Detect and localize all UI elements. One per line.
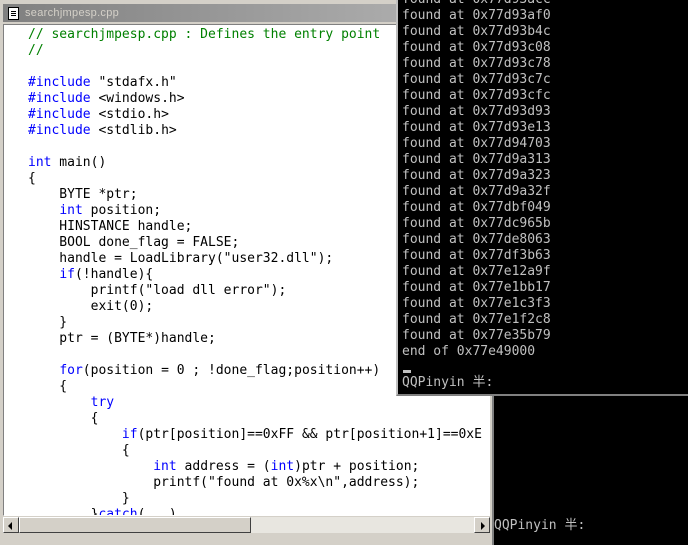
console-line: found at 0x77d93b4c <box>402 24 551 39</box>
console-line: found at 0x77e1bb17 <box>402 280 551 295</box>
ime-status: QQPinyin 半: <box>494 518 586 533</box>
console-line: found at 0x77e12a9f <box>402 264 551 279</box>
console-line: found at 0x77d93c7c <box>402 72 551 87</box>
console-cursor <box>403 370 411 373</box>
code-text: printf("found at 0x%x\n",address); <box>28 475 420 490</box>
code-text: BYTE *ptr; <box>28 187 138 202</box>
console-line: found at 0x77de8063 <box>402 232 551 247</box>
code-line: try <box>28 395 482 411</box>
code-keyword: int <box>28 155 52 170</box>
code-text: main() <box>51 155 107 170</box>
console-line: found at 0x77e1c3f3 <box>402 296 551 311</box>
code-keyword: #include <box>28 123 91 138</box>
console-line: found at 0x77d93acc <box>402 0 551 8</box>
code-keyword: #include <box>28 91 91 106</box>
code-text: (position = 0 ; !done_flag;position++) <box>82 363 381 378</box>
console-line: found at 0x77dc965b <box>402 216 551 231</box>
code-keyword: int <box>270 459 295 474</box>
code-line: if(ptr[position]==0xFF && ptr[position+1… <box>28 427 482 443</box>
console-line: found at 0x77d93e13 <box>402 120 551 135</box>
console-window-front[interactable]: found at 0x77d93accfound at 0x77d93af0fo… <box>396 0 688 396</box>
console-line: found at 0x77d93d93 <box>402 104 551 119</box>
code-text: printf("load dll error"); <box>28 283 287 298</box>
scrollbar-thumb[interactable] <box>19 517 251 533</box>
document-icon <box>8 7 19 20</box>
console-line: found at 0x77d93af0 <box>402 8 551 23</box>
code-keyword: if <box>59 267 75 282</box>
code-text: address = ( <box>176 459 271 474</box>
code-keyword: #include <box>28 75 91 90</box>
console-line: found at 0x77dbf049 <box>402 200 551 215</box>
code-keyword: for <box>59 363 83 378</box>
code-text: (ptr[position]==0xFF && ptr[position+1]=… <box>137 427 482 442</box>
code-line: { <box>28 443 482 459</box>
console-output: found at 0x77d93accfound at 0x77d93af0fo… <box>402 0 551 360</box>
arrow-right-icon <box>481 522 485 530</box>
code-keyword: int <box>59 203 83 218</box>
code-line: }catch(...) <box>28 507 482 516</box>
code-keyword: catch <box>98 507 138 516</box>
console-line: found at 0x77d9a313 <box>402 152 551 167</box>
arrow-left-icon <box>8 522 12 530</box>
code-comment: // searchjmpesp.cpp : Defines the entry … <box>28 27 381 42</box>
editor-title: searchjmpesp.cpp <box>25 7 120 19</box>
code-line: { <box>28 411 482 427</box>
code-text: { <box>28 411 99 426</box>
console-line: found at 0x77e35b79 <box>402 328 551 343</box>
console-back-footer <box>494 533 688 545</box>
scroll-right-button[interactable] <box>474 517 490 533</box>
code-text: handle = LoadLibrary("user32.dll"); <box>28 251 334 266</box>
code-text: { <box>28 379 68 394</box>
console-line: found at 0x77df3b63 <box>402 248 551 263</box>
code-line: int address = (int)ptr + position; <box>28 459 482 475</box>
console-line: found at 0x77e1f2c8 <box>402 312 551 327</box>
code-text: } <box>28 315 68 330</box>
code-text: HINSTANCE handle; <box>28 219 193 234</box>
code-text: BOOL done_flag = FALSE; <box>28 235 240 250</box>
code-text: <windows.h> <box>90 91 185 106</box>
code-keyword: try <box>90 395 115 410</box>
console-line: found at 0x77d9a323 <box>402 168 551 183</box>
code-comment: // <box>28 43 44 58</box>
console-line: found at 0x77d9a32f <box>402 184 551 199</box>
code-text: <stdlib.h> <box>90 123 177 138</box>
code-text: (...) <box>137 507 177 516</box>
code-text: "stdafx.h" <box>90 75 177 90</box>
code-text: ptr = (BYTE*)handle; <box>28 331 216 346</box>
code-keyword: if <box>121 427 138 442</box>
code-text: position; <box>82 203 162 218</box>
console-line: found at 0x77d93c78 <box>402 56 551 71</box>
code-text: (!handle){ <box>74 267 154 282</box>
code-text: { <box>28 443 130 458</box>
code-text: } <box>28 491 130 506</box>
code-line: printf("found at 0x%x\n",address); <box>28 475 482 491</box>
horizontal-scrollbar[interactable] <box>3 516 490 533</box>
code-text: { <box>28 171 36 186</box>
code-keyword: #include <box>28 107 91 122</box>
code-keyword: int <box>153 459 177 474</box>
console-line: found at 0x77d94703 <box>402 136 551 151</box>
console-line: end of 0x77e49000 <box>402 344 536 359</box>
scroll-left-button[interactable] <box>3 517 19 533</box>
ime-status: QQPinyin 半: <box>402 375 494 390</box>
code-text: <stdio.h> <box>90 107 169 122</box>
console-line: found at 0x77d93c08 <box>402 40 551 55</box>
console-line: found at 0x77d93cfc <box>402 88 551 103</box>
code-text: } <box>28 507 99 516</box>
code-line: } <box>28 491 482 507</box>
code-text: )ptr + position; <box>294 459 420 474</box>
console-window-back[interactable]: QQPinyin 半: <box>494 396 688 545</box>
code-text: exit(0); <box>28 299 154 314</box>
